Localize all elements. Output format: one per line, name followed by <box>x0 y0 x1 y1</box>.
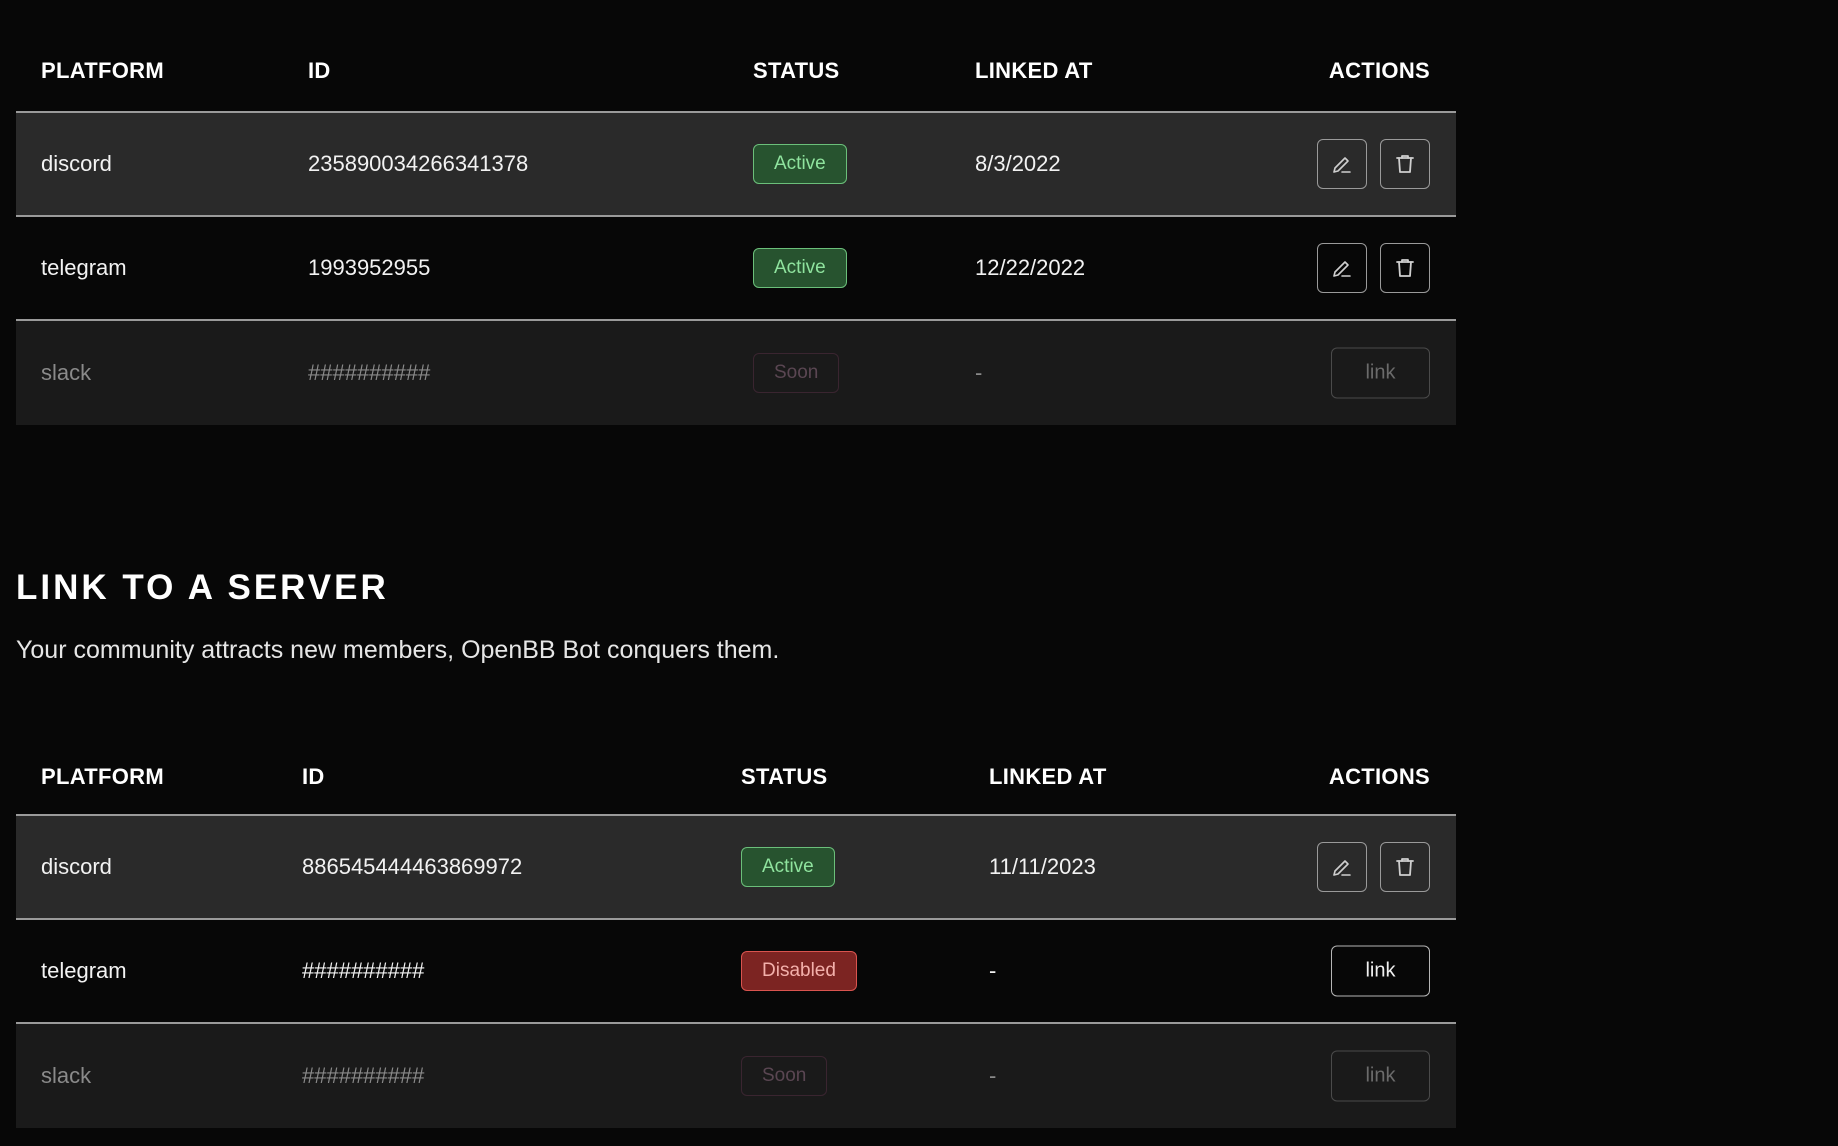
platform-cell: telegram <box>41 958 127 983</box>
status-badge: Active <box>753 144 847 184</box>
section-subtitle: Your community attracts new members, Ope… <box>16 636 780 664</box>
platform-cell: slack <box>41 1063 92 1088</box>
edit-icon <box>1333 860 1351 876</box>
header-actions: ACTIONS <box>1328 764 1430 789</box>
section-title: LINK TO A SERVER <box>16 568 389 607</box>
platform-cell: telegram <box>41 255 127 280</box>
header-linked-at: LINKED AT <box>975 58 1093 83</box>
platform-cell: discord <box>41 151 112 176</box>
table-row: slack ########## Soon - link <box>16 321 1456 425</box>
trash-icon <box>1396 858 1414 876</box>
status-badge: Disabled <box>741 951 857 991</box>
table-row: telegram 1993952955 Active 12/22/2022 <box>16 217 1456 321</box>
table-row: discord 235890034266341378 Active 8/3/20… <box>16 113 1456 217</box>
link-button[interactable]: link <box>1331 945 1430 997</box>
id-cell: 1993952955 <box>308 255 431 280</box>
row-actions <box>1317 243 1430 293</box>
edit-icon <box>1333 261 1351 277</box>
header-platform: PLATFORM <box>41 764 164 789</box>
trash-icon <box>1396 155 1414 173</box>
delete-button[interactable] <box>1380 139 1430 189</box>
id-cell: 886545444463869972 <box>302 854 523 879</box>
status-badge: Soon <box>741 1056 828 1096</box>
edit-icon <box>1333 157 1351 173</box>
trash-icon <box>1396 259 1414 277</box>
header-linked-at: LINKED AT <box>989 764 1107 789</box>
table-row: telegram ########## Disabled - link <box>16 920 1456 1024</box>
id-cell: ########## <box>302 958 425 983</box>
edit-button[interactable] <box>1317 243 1367 293</box>
servers-table: PLATFORM ID STATUS LINKED AT ACTIONS dis… <box>16 724 1456 1128</box>
header-status: STATUS <box>753 58 840 83</box>
header-actions: ACTIONS <box>1328 58 1430 83</box>
delete-button[interactable] <box>1380 842 1430 892</box>
edit-button[interactable] <box>1317 842 1367 892</box>
status-badge: Active <box>741 847 835 887</box>
linked-at-cell: - <box>989 1063 997 1088</box>
table-row: discord 886545444463869972 Active 11/11/… <box>16 816 1456 920</box>
header-status: STATUS <box>741 764 828 789</box>
link-button[interactable]: link <box>1331 1050 1430 1102</box>
row-actions: link <box>1331 1050 1430 1102</box>
edit-button[interactable] <box>1317 139 1367 189</box>
id-cell: 235890034266341378 <box>308 151 529 176</box>
row-actions: link <box>1331 945 1430 997</box>
status-badge: Active <box>753 248 847 288</box>
row-actions <box>1317 139 1430 189</box>
linked-at-cell: 12/22/2022 <box>975 255 1086 280</box>
status-badge: Soon <box>753 353 840 393</box>
header-id: ID <box>302 764 325 789</box>
delete-button[interactable] <box>1380 243 1430 293</box>
table-row: slack ########## Soon - link <box>16 1024 1456 1128</box>
link-button[interactable]: link <box>1331 347 1430 399</box>
id-cell: ########## <box>302 1063 425 1088</box>
linked-at-cell: 11/11/2023 <box>989 854 1096 879</box>
header-id: ID <box>308 58 331 83</box>
platform-cell: discord <box>41 854 112 879</box>
table-header: PLATFORM ID STATUS LINKED AT ACTIONS <box>16 10 1456 113</box>
row-actions: link <box>1331 347 1430 399</box>
platform-cell: slack <box>41 360 92 385</box>
header-platform: PLATFORM <box>41 58 164 83</box>
table-header: PLATFORM ID STATUS LINKED AT ACTIONS <box>16 724 1456 816</box>
linked-at-cell: - <box>975 360 983 385</box>
linked-at-cell: - <box>989 958 997 983</box>
row-actions <box>1317 842 1430 892</box>
id-cell: ########## <box>308 360 431 385</box>
linked-accounts-table: PLATFORM ID STATUS LINKED AT ACTIONS dis… <box>16 10 1456 425</box>
linked-at-cell: 8/3/2022 <box>975 151 1061 176</box>
